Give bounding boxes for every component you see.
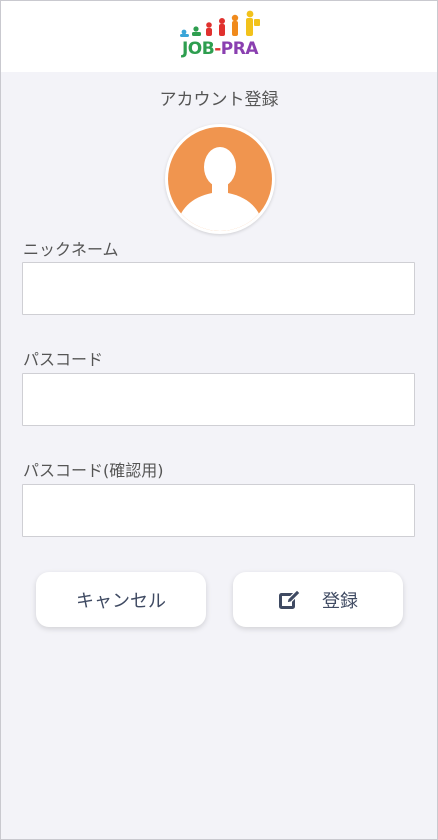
edit-icon bbox=[278, 588, 302, 611]
nickname-label: ニックネーム bbox=[23, 240, 119, 259]
app-window: JOB-PRA アカウント登録 ニックネーム パスコード パスコード(確認用) … bbox=[0, 0, 438, 840]
page-title: アカウント登録 bbox=[159, 90, 279, 110]
logo-text: JOB-PRA bbox=[181, 39, 259, 59]
nickname-input[interactable] bbox=[22, 262, 415, 315]
user-silhouette-icon bbox=[168, 127, 272, 231]
passcode-label: パスコード bbox=[23, 350, 104, 369]
passcode-confirm-input[interactable] bbox=[22, 484, 415, 537]
cancel-button[interactable]: キャンセル bbox=[36, 572, 206, 627]
job-pra-logo: JOB-PRA bbox=[174, 10, 266, 60]
evolution-figures-icon bbox=[180, 10, 260, 37]
passcode-confirm-label: パスコード(確認用) bbox=[23, 461, 164, 480]
passcode-input[interactable] bbox=[22, 373, 415, 426]
header: JOB-PRA bbox=[1, 1, 437, 72]
cancel-button-label: キャンセル bbox=[76, 590, 166, 612]
register-button[interactable]: 登録 bbox=[233, 572, 403, 627]
avatar[interactable] bbox=[165, 124, 275, 234]
register-button-label: 登録 bbox=[322, 590, 358, 612]
